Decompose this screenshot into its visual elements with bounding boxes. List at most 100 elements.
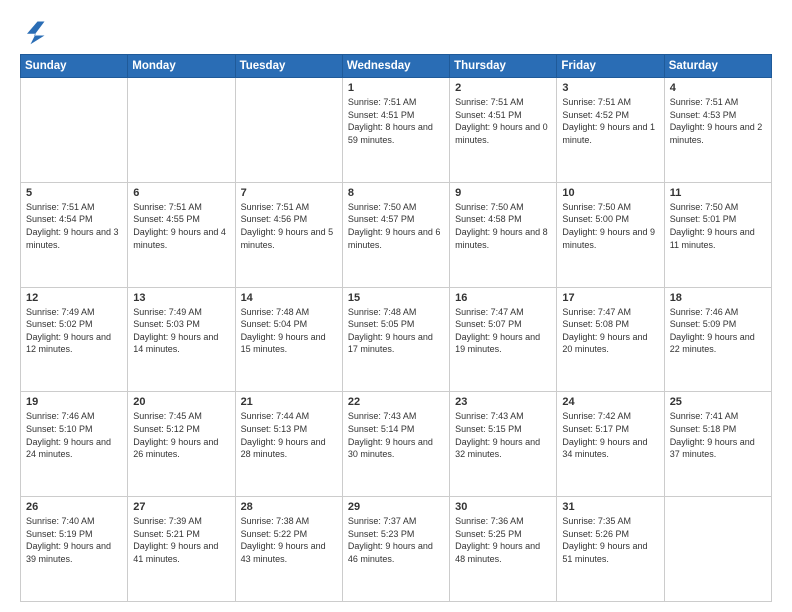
day-info: Sunrise: 7:45 AM Sunset: 5:12 PM Dayligh… <box>133 410 229 460</box>
calendar-cell-1-1 <box>21 78 128 183</box>
day-info: Sunrise: 7:51 AM Sunset: 4:51 PM Dayligh… <box>455 96 551 146</box>
logo <box>20 18 52 46</box>
day-number: 25 <box>670 396 766 408</box>
calendar-table: SundayMondayTuesdayWednesdayThursdayFrid… <box>20 54 772 602</box>
day-info: Sunrise: 7:50 AM Sunset: 4:57 PM Dayligh… <box>348 201 444 251</box>
day-number: 20 <box>133 396 229 408</box>
day-number: 21 <box>241 396 337 408</box>
calendar-cell-4-3: 21 Sunrise: 7:44 AM Sunset: 5:13 PM Dayli… <box>235 392 342 497</box>
day-info: Sunrise: 7:49 AM Sunset: 5:03 PM Dayligh… <box>133 306 229 356</box>
calendar-cell-2-4: 8 Sunrise: 7:50 AM Sunset: 4:57 PM Daylig… <box>342 182 449 287</box>
weekday-header-monday: Monday <box>128 55 235 78</box>
day-info: Sunrise: 7:49 AM Sunset: 5:02 PM Dayligh… <box>26 306 122 356</box>
header <box>20 18 772 46</box>
day-number: 13 <box>133 292 229 304</box>
calendar-cell-4-4: 22 Sunrise: 7:43 AM Sunset: 5:14 PM Dayli… <box>342 392 449 497</box>
day-info: Sunrise: 7:47 AM Sunset: 5:08 PM Dayligh… <box>562 306 658 356</box>
calendar-cell-5-3: 28Sunrise: 7:38 AM Sunset: 5:22 PM Dayli… <box>235 497 342 602</box>
day-number: 30 <box>455 501 551 513</box>
weekday-header-sunday: Sunday <box>21 55 128 78</box>
day-info: Sunrise: 7:38 AM Sunset: 5:22 PM Dayligh… <box>241 515 337 565</box>
weekday-header-friday: Friday <box>557 55 664 78</box>
calendar-cell-1-2 <box>128 78 235 183</box>
calendar-cell-4-6: 24Sunrise: 7:42 AM Sunset: 5:17 PM Dayli… <box>557 392 664 497</box>
day-info: Sunrise: 7:46 AM Sunset: 5:09 PM Dayligh… <box>670 306 766 356</box>
day-number: 18 <box>670 292 766 304</box>
calendar-cell-1-7: 4Sunrise: 7:51 AM Sunset: 4:53 PM Daylig… <box>664 78 771 183</box>
day-number: 22 <box>348 396 444 408</box>
day-info: Sunrise: 7:40 AM Sunset: 5:19 PM Dayligh… <box>26 515 122 565</box>
day-info: Sunrise: 7:48 AM Sunset: 5:05 PM Dayligh… <box>348 306 444 356</box>
calendar-cell-3-1: 12 Sunrise: 7:49 AM Sunset: 5:02 PM Dayli… <box>21 287 128 392</box>
day-number: 2 <box>455 82 551 94</box>
calendar-cell-2-1: 5 Sunrise: 7:51 AM Sunset: 4:54 PM Daylig… <box>21 182 128 287</box>
calendar-cell-3-7: 18 Sunrise: 7:46 AM Sunset: 5:09 PM Dayli… <box>664 287 771 392</box>
week-row-5: 26 Sunrise: 7:40 AM Sunset: 5:19 PM Dayli… <box>21 497 772 602</box>
day-number: 19 <box>26 396 122 408</box>
day-info: Sunrise: 7:50 AM Sunset: 4:58 PM Dayligh… <box>455 201 551 251</box>
calendar-cell-1-4: 1 Sunrise: 7:51 AM Sunset: 4:51 PM Daylig… <box>342 78 449 183</box>
day-info: Sunrise: 7:51 AM Sunset: 4:53 PM Dayligh… <box>670 96 766 146</box>
calendar-cell-1-6: 3 Sunrise: 7:51 AM Sunset: 4:52 PM Daylig… <box>557 78 664 183</box>
day-info: Sunrise: 7:35 AM Sunset: 5:26 PM Dayligh… <box>562 515 658 565</box>
calendar-cell-2-2: 6Sunrise: 7:51 AM Sunset: 4:55 PM Daylig… <box>128 182 235 287</box>
calendar-cell-5-6: 31 Sunrise: 7:35 AM Sunset: 5:26 PM Dayli… <box>557 497 664 602</box>
calendar-cell-5-1: 26 Sunrise: 7:40 AM Sunset: 5:19 PM Dayli… <box>21 497 128 602</box>
day-number: 5 <box>26 187 122 199</box>
calendar-cell-3-2: 13 Sunrise: 7:49 AM Sunset: 5:03 PM Dayli… <box>128 287 235 392</box>
day-info: Sunrise: 7:51 AM Sunset: 4:54 PM Dayligh… <box>26 201 122 251</box>
day-info: Sunrise: 7:46 AM Sunset: 5:10 PM Dayligh… <box>26 410 122 460</box>
day-info: Sunrise: 7:43 AM Sunset: 5:14 PM Dayligh… <box>348 410 444 460</box>
weekday-header-saturday: Saturday <box>664 55 771 78</box>
day-info: Sunrise: 7:50 AM Sunset: 5:01 PM Dayligh… <box>670 201 766 251</box>
day-number: 9 <box>455 187 551 199</box>
calendar-cell-5-7 <box>664 497 771 602</box>
day-number: 27 <box>133 501 229 513</box>
day-number: 8 <box>348 187 444 199</box>
day-number: 7 <box>241 187 337 199</box>
day-number: 10 <box>562 187 658 199</box>
day-info: Sunrise: 7:51 AM Sunset: 4:51 PM Dayligh… <box>348 96 444 146</box>
week-row-4: 19 Sunrise: 7:46 AM Sunset: 5:10 PM Dayli… <box>21 392 772 497</box>
day-info: Sunrise: 7:44 AM Sunset: 5:13 PM Dayligh… <box>241 410 337 460</box>
week-row-2: 5 Sunrise: 7:51 AM Sunset: 4:54 PM Daylig… <box>21 182 772 287</box>
day-info: Sunrise: 7:51 AM Sunset: 4:56 PM Dayligh… <box>241 201 337 251</box>
calendar-cell-2-7: 11Sunrise: 7:50 AM Sunset: 5:01 PM Dayli… <box>664 182 771 287</box>
weekday-header-wednesday: Wednesday <box>342 55 449 78</box>
calendar-cell-5-4: 29Sunrise: 7:37 AM Sunset: 5:23 PM Dayli… <box>342 497 449 602</box>
calendar-cell-5-2: 27 Sunrise: 7:39 AM Sunset: 5:21 PM Dayli… <box>128 497 235 602</box>
calendar-cell-4-7: 25 Sunrise: 7:41 AM Sunset: 5:18 PM Dayli… <box>664 392 771 497</box>
calendar-cell-4-2: 20 Sunrise: 7:45 AM Sunset: 5:12 PM Dayli… <box>128 392 235 497</box>
day-number: 29 <box>348 501 444 513</box>
weekday-header-row: SundayMondayTuesdayWednesdayThursdayFrid… <box>21 55 772 78</box>
day-info: Sunrise: 7:51 AM Sunset: 4:52 PM Dayligh… <box>562 96 658 146</box>
day-number: 3 <box>562 82 658 94</box>
calendar-cell-4-5: 23Sunrise: 7:43 AM Sunset: 5:15 PM Dayli… <box>450 392 557 497</box>
week-row-1: 1 Sunrise: 7:51 AM Sunset: 4:51 PM Daylig… <box>21 78 772 183</box>
day-number: 26 <box>26 501 122 513</box>
day-info: Sunrise: 7:42 AM Sunset: 5:17 PM Dayligh… <box>562 410 658 460</box>
day-info: Sunrise: 7:36 AM Sunset: 5:25 PM Dayligh… <box>455 515 551 565</box>
day-number: 6 <box>133 187 229 199</box>
weekday-header-thursday: Thursday <box>450 55 557 78</box>
day-info: Sunrise: 7:39 AM Sunset: 5:21 PM Dayligh… <box>133 515 229 565</box>
day-number: 14 <box>241 292 337 304</box>
calendar-cell-1-5: 2 Sunrise: 7:51 AM Sunset: 4:51 PM Daylig… <box>450 78 557 183</box>
calendar-cell-2-3: 7 Sunrise: 7:51 AM Sunset: 4:56 PM Daylig… <box>235 182 342 287</box>
week-row-3: 12 Sunrise: 7:49 AM Sunset: 5:02 PM Dayli… <box>21 287 772 392</box>
calendar-cell-3-3: 14Sunrise: 7:48 AM Sunset: 5:04 PM Dayli… <box>235 287 342 392</box>
day-info: Sunrise: 7:47 AM Sunset: 5:07 PM Dayligh… <box>455 306 551 356</box>
calendar-cell-2-5: 9 Sunrise: 7:50 AM Sunset: 4:58 PM Daylig… <box>450 182 557 287</box>
day-number: 1 <box>348 82 444 94</box>
calendar-cell-3-6: 17 Sunrise: 7:47 AM Sunset: 5:08 PM Dayli… <box>557 287 664 392</box>
day-number: 31 <box>562 501 658 513</box>
day-number: 15 <box>348 292 444 304</box>
day-info: Sunrise: 7:41 AM Sunset: 5:18 PM Dayligh… <box>670 410 766 460</box>
day-info: Sunrise: 7:50 AM Sunset: 5:00 PM Dayligh… <box>562 201 658 251</box>
calendar-cell-1-3 <box>235 78 342 183</box>
day-number: 17 <box>562 292 658 304</box>
logo-icon <box>20 18 48 46</box>
day-number: 12 <box>26 292 122 304</box>
day-number: 23 <box>455 396 551 408</box>
day-number: 16 <box>455 292 551 304</box>
